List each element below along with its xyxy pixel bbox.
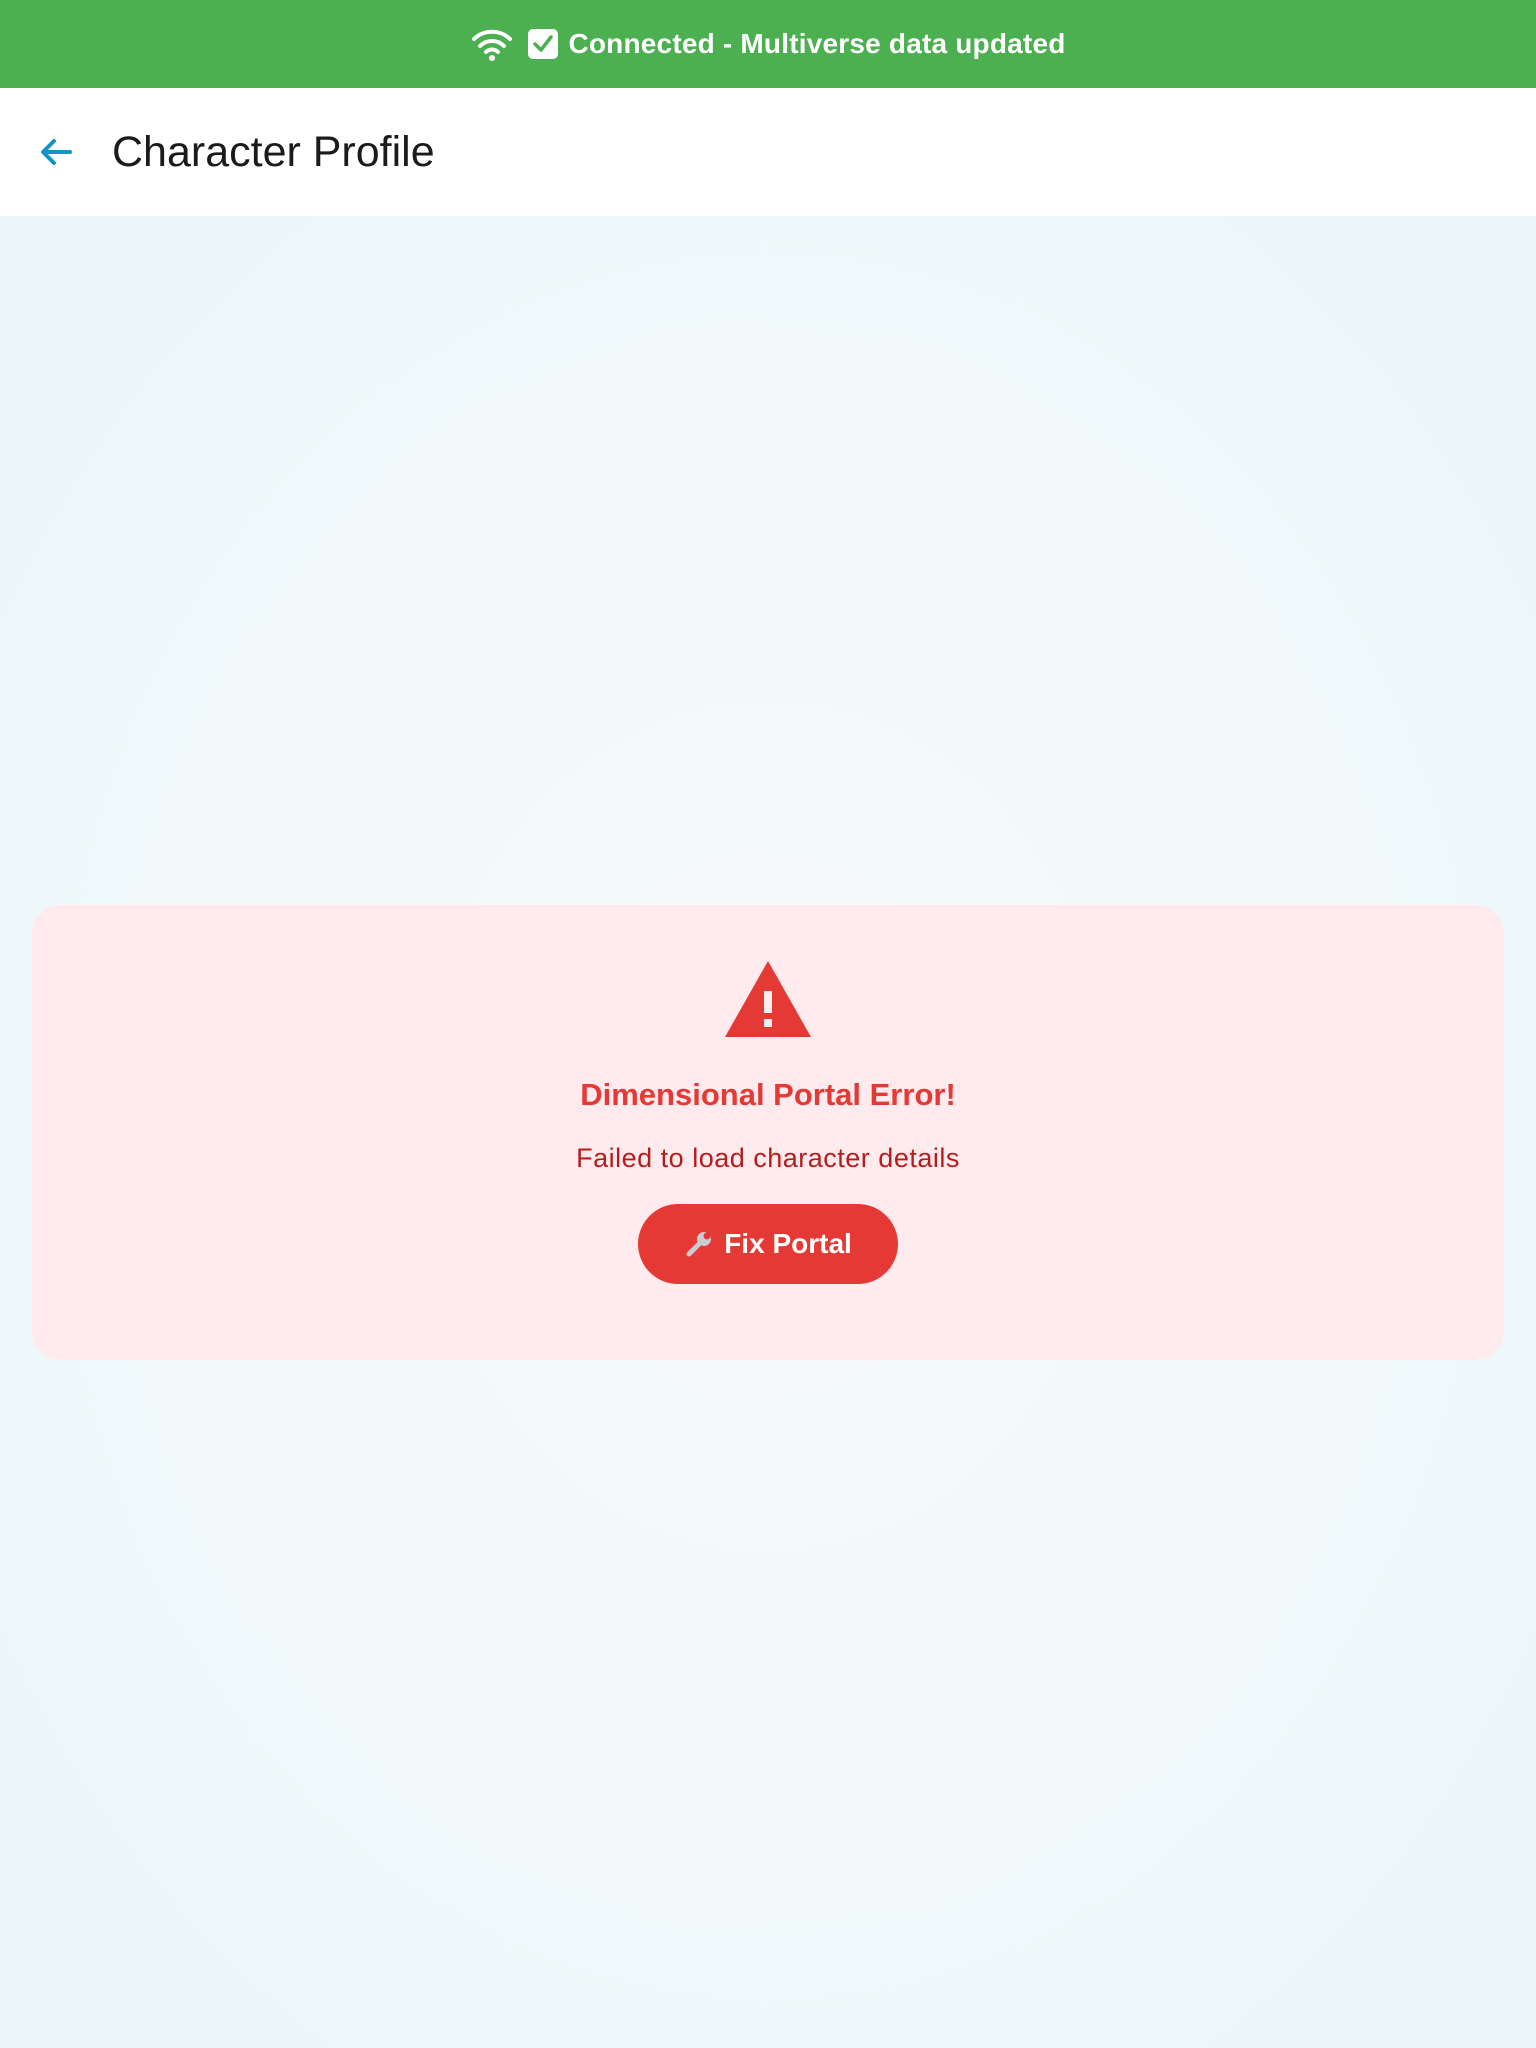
wrench-icon <box>684 1229 714 1259</box>
error-title: Dimensional Portal Error! <box>580 1077 956 1112</box>
app-bar: Character Profile <box>0 88 1536 216</box>
fix-portal-button[interactable]: Fix Portal <box>638 1204 898 1284</box>
fix-portal-label: Fix Portal <box>724 1228 852 1259</box>
error-message: Failed to load character details <box>576 1143 960 1173</box>
wifi-icon <box>470 26 514 62</box>
error-card: Dimensional Portal Error! Failed to load… <box>32 905 1504 1360</box>
connection-status-banner: Connected - Multiverse data updated <box>0 0 1536 88</box>
connection-status-text: Connected - Multiverse data updated <box>568 28 1066 59</box>
arrow-left-icon <box>36 132 76 172</box>
warning-icon <box>723 959 813 1039</box>
check-mark-button-icon <box>528 29 559 59</box>
back-button[interactable] <box>24 120 88 184</box>
page-title: Character Profile <box>112 127 435 176</box>
